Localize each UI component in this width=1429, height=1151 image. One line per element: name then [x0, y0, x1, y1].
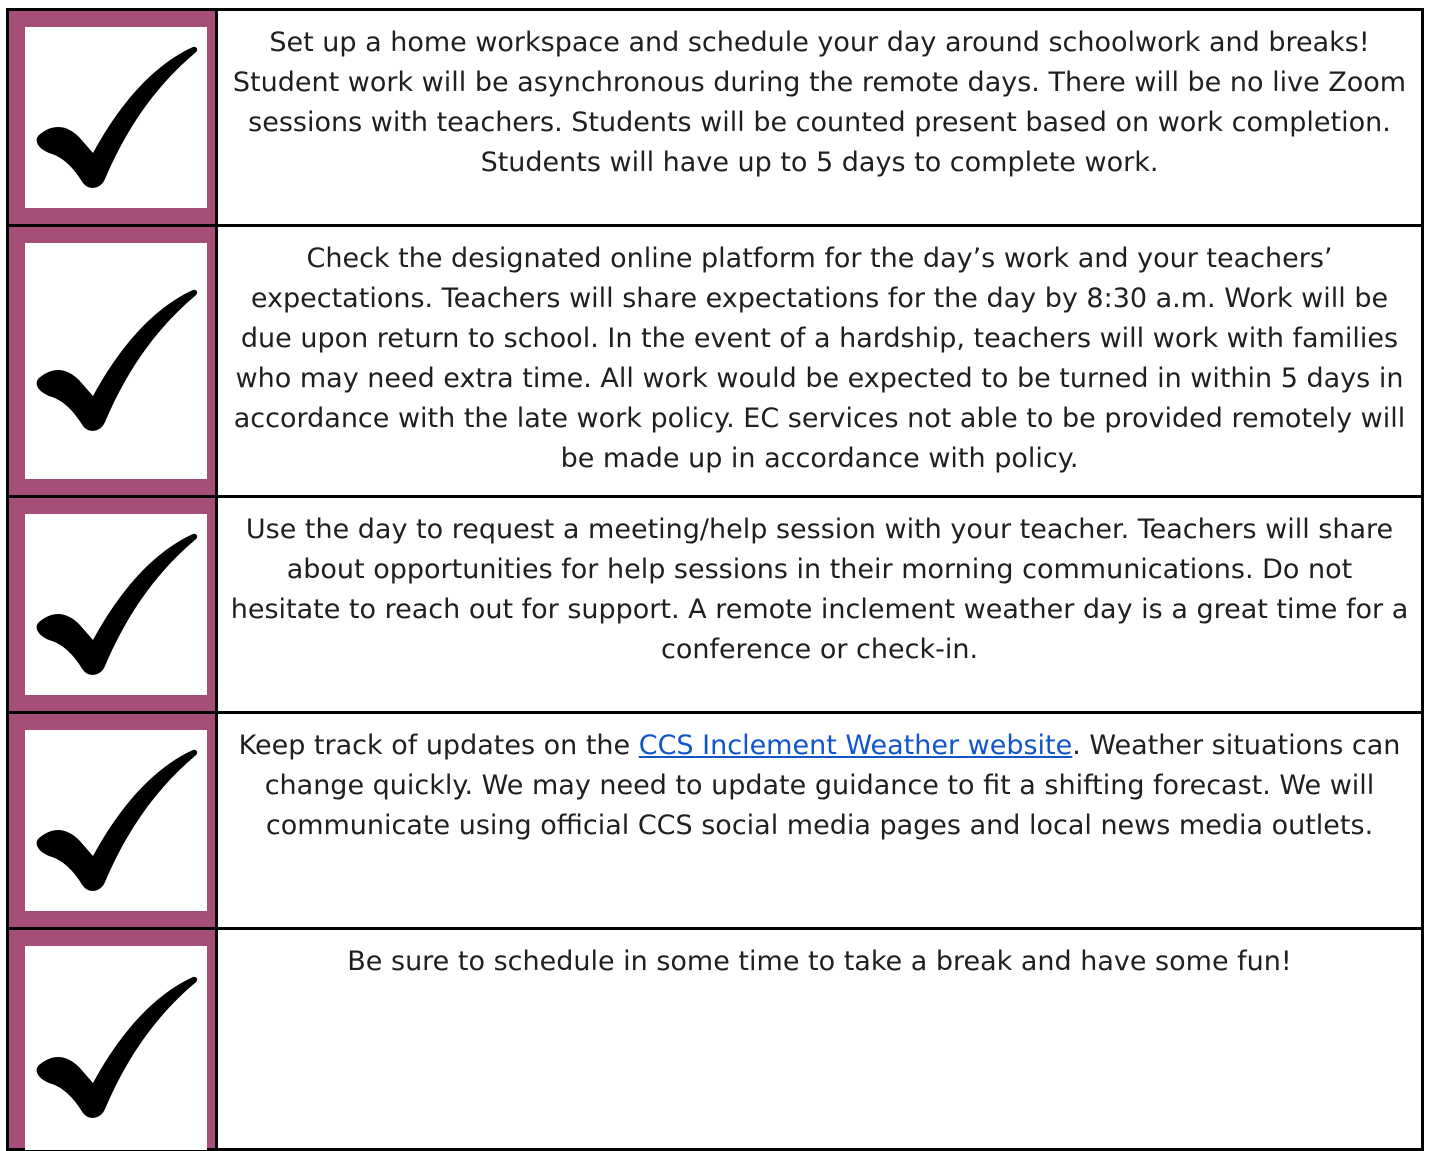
checkmark-icon: [36, 749, 198, 891]
checklist-row: Keep track of updates on the CCS Incleme…: [6, 711, 1424, 930]
check-cell: [6, 927, 218, 1151]
check-cell: [6, 8, 218, 227]
row-text: Check the designated online platform for…: [215, 224, 1424, 498]
checklist-row: Check the designated online platform for…: [6, 224, 1424, 498]
check-box: [25, 730, 207, 911]
checklist-table: Set up a home workspace and schedule you…: [6, 8, 1424, 1151]
row-text: Use the day to request a meeting/help se…: [215, 495, 1424, 714]
check-cell: [6, 224, 218, 498]
checklist-row: Use the day to request a meeting/help se…: [6, 495, 1424, 714]
row-text: Be sure to schedule in some time to take…: [215, 927, 1424, 1151]
check-box: [25, 946, 207, 1150]
checklist-row: Set up a home workspace and schedule you…: [6, 8, 1424, 227]
row-text: Keep track of updates on the CCS Incleme…: [215, 711, 1424, 930]
check-cell: [6, 495, 218, 714]
check-box: [25, 27, 207, 208]
checklist-row: Be sure to schedule in some time to take…: [6, 927, 1424, 1151]
check-cell: [6, 711, 218, 930]
checkmark-icon: [36, 976, 198, 1118]
checkmark-icon: [36, 289, 198, 431]
checkmark-icon: [36, 533, 198, 675]
row-text: Set up a home workspace and schedule you…: [215, 8, 1424, 227]
row-text-before: Keep track of updates on the: [238, 730, 639, 761]
checkmark-icon: [36, 46, 198, 188]
ccs-inclement-weather-link[interactable]: CCS Inclement Weather website: [639, 730, 1073, 761]
check-box: [25, 243, 207, 479]
check-box: [25, 514, 207, 695]
